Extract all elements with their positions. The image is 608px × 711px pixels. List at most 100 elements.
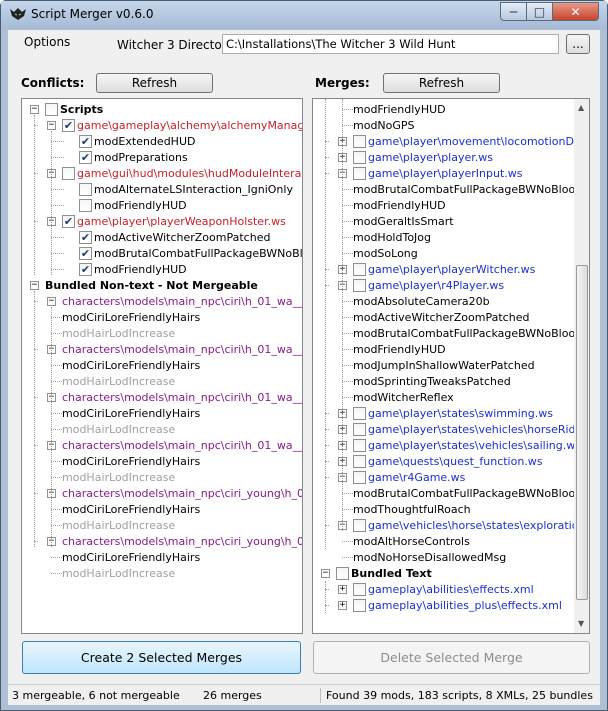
tree-mod-node[interactable]: ✔ modExtendedHUD <box>79 133 195 149</box>
checkbox-checked[interactable]: ✔ <box>62 214 75 228</box>
checkbox[interactable] <box>353 166 366 180</box>
tree-file-node[interactable]: game\player\states\vehicles\horseRiding.… <box>353 421 589 437</box>
checkbox[interactable] <box>353 438 366 452</box>
tree-file-node[interactable]: characters\models\main_npc\ciri\h_01_wa_… <box>62 341 302 357</box>
tree-mod-node[interactable]: modHairLodIncrease <box>62 373 175 389</box>
tree-file-node[interactable]: game\quests\quest_function.ws <box>353 453 543 469</box>
tree-mod-node[interactable]: modHoldToJog <box>353 229 431 245</box>
conflicts-tree[interactable]: − Scripts − ✔ game\gameplay\alchemy\alchemyM… <box>21 98 303 634</box>
tree-mod-node[interactable]: modActiveWitcherZoomPatched <box>353 309 529 325</box>
tree-file-node[interactable]: ✔ game\player\playerWeaponHolster.ws <box>62 213 286 229</box>
tree-mod-node[interactable]: modAbsoluteCamera20b <box>353 293 490 309</box>
tree-mod-node[interactable]: modHairLodIncrease <box>62 325 175 341</box>
tree-mod-node[interactable]: modFriendlyHUD <box>353 197 446 213</box>
expand-icon[interactable]: + <box>338 585 347 594</box>
tree-mod-node[interactable]: modCiriLoreFriendlyHairs <box>62 453 200 469</box>
tree-category[interactable]: Bundled Non-text - Not Mergeable <box>45 277 258 293</box>
options-menu[interactable]: Options <box>24 35 70 49</box>
close-button[interactable]: ✕ <box>552 2 599 21</box>
checkbox[interactable] <box>353 582 366 596</box>
tree-file-node[interactable]: characters\models\main_npc\ciri\h_01_wa_… <box>62 389 302 405</box>
tree-file-node[interactable]: gameplay\abilities_plus\effects.xml <box>353 597 562 613</box>
tree-mod-node[interactable]: modBrutalCombatFullPackageBWNoBlood <box>353 485 582 501</box>
tree-category[interactable]: Scripts <box>45 101 103 117</box>
maximize-button[interactable]: □ <box>526 2 553 21</box>
checkbox[interactable] <box>353 278 366 292</box>
tree-mod-node[interactable]: modAlternateLSInteraction_IgniOnly <box>79 181 293 197</box>
tree-file-node[interactable]: game\player\r4Player.ws <box>353 277 504 293</box>
tree-mod-node[interactable]: modGeraltIsSmart <box>353 213 454 229</box>
tree-file-node[interactable]: game\r4Game.ws <box>353 469 465 485</box>
tree-file-node[interactable]: game\gui\hud\modules\hudModuleInteractio… <box>62 165 302 181</box>
tree-mod-node[interactable]: modHairLodIncrease <box>62 469 175 485</box>
tree-file-node[interactable]: game\player\states\swimming.ws <box>353 405 553 421</box>
collapse-icon[interactable]: − <box>47 297 56 306</box>
browse-button[interactable]: ... <box>566 34 590 54</box>
tree-mod-node[interactable]: modSprintingTweaksPatched <box>353 373 511 389</box>
checkbox-checked[interactable]: ✔ <box>79 262 92 276</box>
tree-mod-node[interactable]: modCiriLoreFriendlyHairs <box>62 549 200 565</box>
checkbox[interactable] <box>353 406 366 420</box>
tree-file-node[interactable]: game\player\player.ws <box>353 149 493 165</box>
conflicts-refresh-button[interactable]: Refresh <box>96 73 213 93</box>
tree-mod-node[interactable]: modFriendlyHUD <box>353 341 446 357</box>
tree-file-node[interactable]: characters\models\main_npc\ciri\h_01_wa_… <box>62 437 302 453</box>
tree-mod-node[interactable]: modThoughtfulRoach <box>353 501 471 517</box>
checkbox-checked[interactable]: ✔ <box>79 134 92 148</box>
tree-mod-node[interactable]: modFriendlyHUD <box>79 197 187 213</box>
tree-file-node[interactable]: characters\models\main_npc\ciri\h_01_wa_… <box>62 293 302 309</box>
tree-mod-node[interactable]: ✔ modActiveWitcherZoomPatched <box>79 229 270 245</box>
delete-merge-button[interactable]: Delete Selected Merge <box>313 641 590 674</box>
directory-input[interactable]: C:\Installations\The Witcher 3 Wild Hunt <box>222 34 559 54</box>
collapse-icon[interactable]: − <box>47 121 56 130</box>
tree-mod-node[interactable]: modHairLodIncrease <box>62 421 175 437</box>
checkbox[interactable] <box>45 102 58 116</box>
checkbox[interactable] <box>353 454 366 468</box>
tree-mod-node[interactable]: modNoHorseDisallowedMsg <box>353 549 506 565</box>
tree-file-node[interactable]: game\player\states\vehicles\sailing.ws <box>353 437 581 453</box>
tree-file-node[interactable]: gameplay\abilities\effects.xml <box>353 581 534 597</box>
checkbox[interactable] <box>62 166 75 180</box>
tree-mod-node[interactable]: modNoGPS <box>353 117 415 133</box>
title-bar[interactable]: Script Merger v0.6.0 ─ □ ✕ <box>1 1 607 29</box>
tree-mod-node[interactable]: modCiriLoreFriendlyHairs <box>62 501 200 517</box>
tree-mod-node[interactable]: modCiriLoreFriendlyHairs <box>62 357 200 373</box>
checkbox[interactable] <box>79 198 92 212</box>
scroll-down-icon[interactable]: ▼ <box>578 619 584 628</box>
checkbox[interactable] <box>353 598 366 612</box>
tree-mod-node[interactable]: modCiriLoreFriendlyHairs <box>62 405 200 421</box>
tree-file-node[interactable]: characters\models\main_npc\ciri_young\h_… <box>62 533 302 549</box>
tree-file-node[interactable]: game\player\movement\locomotionDirectCon… <box>353 133 589 149</box>
tree-file-node[interactable]: game\vehicles\horse\states\exploration.w… <box>353 517 589 533</box>
tree-mod-node[interactable]: modHairLodIncrease <box>62 517 175 533</box>
collapse-icon[interactable]: − <box>30 281 39 290</box>
tree-mod-node[interactable]: modFriendlyHUD <box>353 101 446 117</box>
checkbox-checked[interactable]: ✔ <box>79 150 92 164</box>
checkbox-checked[interactable]: ✔ <box>62 118 75 132</box>
scroll-up-icon[interactable]: ▲ <box>578 103 584 112</box>
expand-icon[interactable]: + <box>338 601 347 610</box>
tree-mod-node[interactable]: modWitcherReflex <box>353 389 454 405</box>
checkbox[interactable] <box>79 182 92 196</box>
tree-mod-node[interactable]: ✔ modFriendlyHUD <box>79 261 187 277</box>
merges-tree[interactable]: modFriendlyHUD modNoGPS + game\player\movem… <box>312 98 590 634</box>
tree-mod-node[interactable]: modAltHorseControls <box>353 533 470 549</box>
tree-mod-node[interactable]: modBrutalCombatFullPackageBWNoBlood <box>353 181 582 197</box>
checkbox[interactable] <box>353 134 366 148</box>
tree-file-node[interactable]: ✔game\gameplay\alchemy\alchemyManager.ws <box>62 117 302 133</box>
tree-mod-node[interactable]: modSoLong <box>353 245 418 261</box>
scrollbar-thumb[interactable] <box>576 265 588 600</box>
tree-mod-node[interactable]: modHairLodIncrease <box>62 565 175 581</box>
checkbox-checked[interactable]: ✔ <box>79 230 92 244</box>
merges-scrollbar[interactable]: ▲ ▼ <box>574 99 589 633</box>
tree-file-node[interactable]: game\player\playerWitcher.ws <box>353 261 535 277</box>
checkbox[interactable] <box>353 262 366 276</box>
checkbox[interactable] <box>336 566 349 580</box>
tree-mod-node[interactable]: modCiriLoreFriendlyHairs <box>62 309 200 325</box>
collapse-icon[interactable]: − <box>30 105 39 114</box>
collapse-icon[interactable]: − <box>321 569 330 578</box>
minimize-button[interactable]: ─ <box>500 2 527 21</box>
tree-mod-node[interactable]: ✔ modPreparations <box>79 149 188 165</box>
tree-file-node[interactable]: characters\models\main_npc\ciri_young\h_… <box>62 485 302 501</box>
checkbox[interactable] <box>353 518 366 532</box>
